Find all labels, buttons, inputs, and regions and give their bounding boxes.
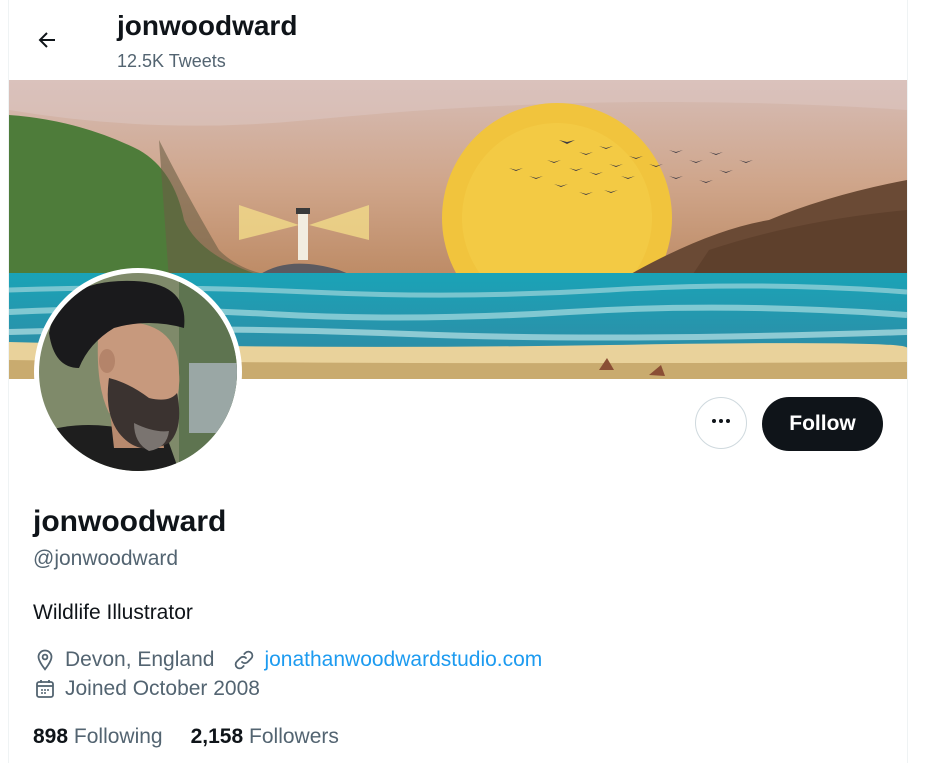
following-count: 898 (33, 725, 69, 748)
display-name: jonwoodward (33, 505, 227, 538)
avatar[interactable] (34, 268, 242, 476)
profile-joined-row: Joined October 2008 (33, 677, 260, 701)
user-handle: @jonwoodward (33, 547, 179, 570)
joined-date: Joined October 2008 (65, 677, 260, 700)
calendar-icon (33, 677, 57, 701)
location-pin-icon (33, 648, 57, 672)
location-text: Devon, England (65, 648, 215, 671)
more-horizontal-icon (709, 409, 733, 438)
avatar-photo (39, 273, 237, 471)
arrow-left-icon (35, 28, 59, 57)
header-title: jonwoodward (117, 10, 298, 41)
following-link[interactable]: 898 Following (33, 725, 163, 749)
bio-text: Wildlife Illustrator (33, 601, 193, 624)
profile-column: jonwoodward 12.5K Tweets Follow jonwoodw… (8, 0, 908, 763)
follow-button[interactable]: Follow (762, 397, 883, 451)
followers-link[interactable]: 2,158 Followers (191, 725, 339, 749)
followers-label: Followers (249, 725, 339, 748)
tweet-count: 12.5K Tweets (117, 51, 226, 71)
link-icon (232, 648, 256, 672)
follow-stats: 898 Following 2,158 Followers (33, 725, 367, 749)
more-options-button[interactable] (695, 397, 747, 449)
following-label: Following (73, 725, 163, 748)
website-link[interactable]: jonathanwoodwardstudio.com (264, 648, 542, 672)
back-button[interactable] (29, 24, 65, 60)
followers-count: 2,158 (190, 725, 244, 748)
profile-meta-row: Devon, England jonathanwoodwardstudio.co… (33, 648, 542, 672)
profile-header: jonwoodward 12.5K Tweets (9, 0, 907, 80)
